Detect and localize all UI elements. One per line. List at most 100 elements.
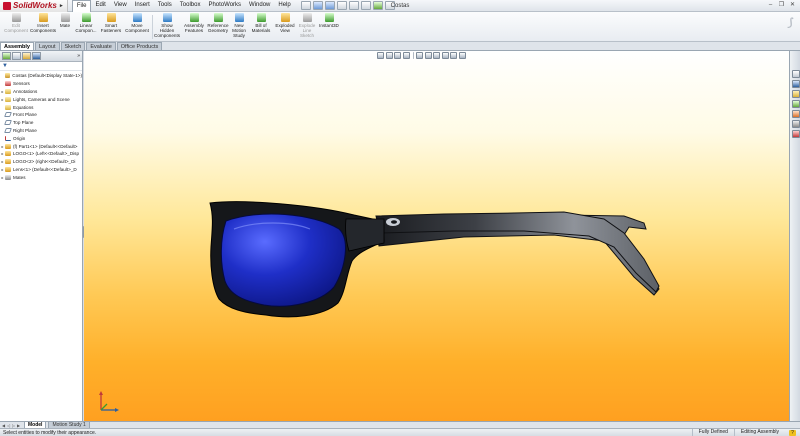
show-hidden-components-button[interactable]: Show Hidden Components [154,13,180,38]
status-edit-mode: Editing Assembly [733,429,785,436]
tree-item[interactable]: ▸ (f) Part1<1> (Default<<Default> [0,142,82,150]
tab-nav-arrows: ◀ ◁ ▷ ▶ [0,423,22,428]
tree-item[interactable]: ▸ Lights, Cameras and Scene [0,95,82,103]
costa-logo-icon [386,218,400,226]
move-component-button[interactable]: Move Component [124,13,150,33]
design-library-icon[interactable] [791,80,800,88]
tree-root[interactable]: Costas (Default<Display State-1>) [0,72,82,80]
instant3d-icon [324,13,334,22]
mate-button[interactable]: Mate [58,13,72,28]
explode-line-icon [302,13,312,22]
sunglasses-model[interactable] [84,51,789,421]
help-icon[interactable]: ? [789,429,796,436]
tree-item[interactable]: Top Plane [0,119,82,127]
menu-window[interactable]: Window [245,0,274,12]
assembly-features-button[interactable]: Assembly Features [182,13,206,33]
tab-layout[interactable]: Layout [35,42,60,50]
tab-office-products[interactable]: Office Products [116,42,163,50]
solidworks-logo-button[interactable]: SolidWorks ► [0,0,68,12]
more-tabs-icon[interactable]: » [77,53,80,59]
tree-item[interactable]: ▸ Lens<1> (Default<<Default>_D [0,166,82,174]
title-bar: SolidWorks ► File Edit View Insert Tools… [0,0,800,12]
insert-components-button[interactable]: Insert Components [30,13,56,33]
new-motion-study-button[interactable]: New Motion Study [231,13,247,38]
solidworks-resources-icon[interactable] [791,70,800,78]
view-palette-icon[interactable] [791,110,800,118]
logo-arrow-icon: ► [58,2,64,9]
menu-tools[interactable]: Tools [154,0,176,12]
select-icon[interactable] [360,1,371,10]
tree-item[interactable]: Right Plane [0,127,82,135]
assembly-features-icon [189,13,199,22]
graphics-area[interactable] [84,51,789,421]
bottom-tab-bar: ◀ ◁ ▷ ▶ Model Motion Study 1 [0,421,800,429]
appearances-icon[interactable] [791,120,800,128]
menu-insert[interactable]: Insert [131,0,154,12]
tree-item[interactable]: ▸ LOGO<1> (Left<<Default>_Disp [0,150,82,158]
display-manager-tab-icon[interactable] [32,52,41,60]
options-icon[interactable] [384,1,395,10]
edit-component-button[interactable]: Edit Component [4,13,28,33]
frame-end-piece[interactable] [345,218,385,252]
new-document-icon[interactable] [300,1,311,10]
tab-evaluate[interactable]: Evaluate [86,42,116,50]
tree-item[interactable]: ▸ LOGO<2> (right<<Default>_Di [0,158,82,166]
menu-toolbox[interactable]: Toolbox [176,0,205,12]
tree-item[interactable]: ▸ Mates [0,173,82,181]
restore-icon[interactable]: ❐ [777,1,786,10]
open-icon[interactable] [312,1,323,10]
menu-help[interactable]: Help [274,0,294,12]
smart-fasteners-button[interactable]: Smart Fasteners [100,13,122,33]
search-icon[interactable] [791,100,800,108]
plane-icon [4,120,12,126]
tree-filter-icon[interactable]: ▼ [0,62,82,71]
property-manager-tab-icon[interactable] [12,52,21,60]
tab-sketch[interactable]: Sketch [60,42,86,50]
status-message: Select entities to modify their appearan… [3,429,97,436]
status-definition: Fully Defined [691,429,734,436]
print-icon[interactable] [336,1,347,10]
part-icon [5,166,11,172]
tree-item[interactable]: Sensors [0,80,82,88]
menu-file[interactable]: File [71,0,92,12]
menu-edit[interactable]: Edit [91,0,109,12]
minimize-icon[interactable]: – [766,1,775,10]
part-icon [5,159,11,165]
assembly-icon [4,73,11,79]
edit-component-icon [11,13,21,22]
last-tab-icon[interactable]: ▶ [17,423,22,428]
menu-view[interactable]: View [110,0,131,12]
rebuild-icon[interactable] [372,1,383,10]
explode-line-sketch-button[interactable]: Explode Line Sketch [296,13,318,38]
tree-item[interactable]: Origin [0,134,82,142]
tree-item[interactable]: ▸ Annotations [0,88,82,96]
menu-photoworks[interactable]: PhotoWorks [204,0,245,12]
ds-watermark-icon: ⟆ [787,17,792,29]
sunglasses-lens[interactable] [220,213,346,307]
tree-item[interactable]: Equations [0,103,82,111]
smart-fasteners-icon [106,13,116,22]
mates-icon [5,174,11,180]
linear-pattern-button[interactable]: Linear Compon... [74,13,98,33]
solidworks-logo-icon [3,1,11,10]
reference-geometry-button[interactable]: Reference Geometry [206,13,230,33]
custom-properties-icon[interactable] [791,130,800,138]
folder-icon [5,88,11,94]
feature-tree-tab-icon[interactable] [2,52,11,60]
quick-access-toolbar [300,1,397,10]
exploded-view-button[interactable]: Exploded View [274,13,296,33]
feature-tree: Costas (Default<Display State-1>) Sensor… [0,71,82,181]
tree-item[interactable]: Front Plane [0,111,82,119]
file-explorer-icon[interactable] [791,90,800,98]
save-icon[interactable] [324,1,335,10]
menu-bar: File Edit View Insert Tools Toolbox Phot… [71,0,295,12]
feature-manager-tabs: » [0,51,82,62]
tab-assembly[interactable]: Assembly [0,42,34,50]
command-manager: Edit Component Insert Components Mate Li… [0,12,800,42]
close-icon[interactable]: ✕ [788,1,797,10]
reference-triad-icon [99,391,119,412]
bill-of-materials-button[interactable]: Bill of Materials [250,13,272,33]
configuration-manager-tab-icon[interactable] [22,52,31,60]
undo-icon[interactable] [348,1,359,10]
instant3d-button[interactable]: Instant3D [318,13,340,28]
